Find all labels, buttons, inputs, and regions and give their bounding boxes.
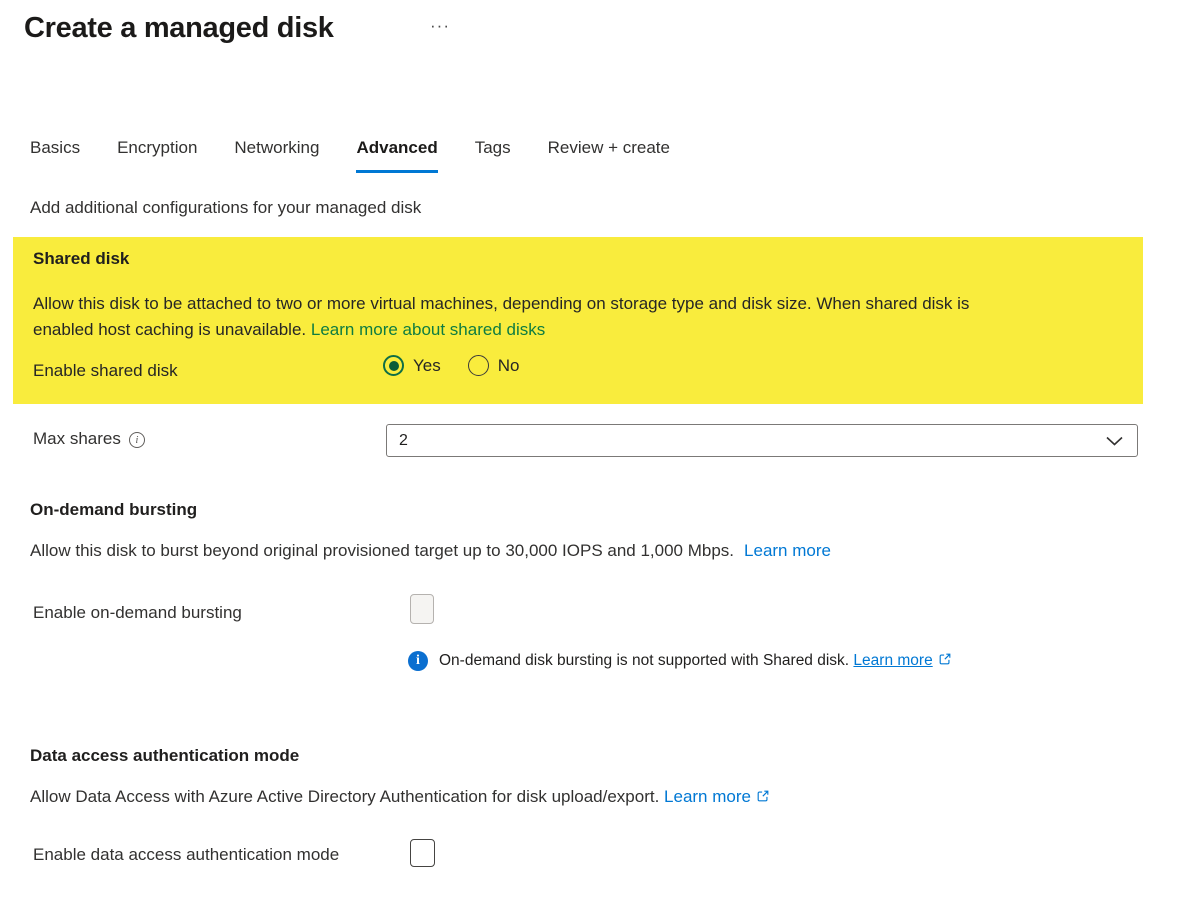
- max-shares-dropdown[interactable]: 2: [386, 424, 1138, 457]
- enable-shared-disk-radio-group: Yes No: [383, 355, 519, 376]
- max-shares-info-icon[interactable]: i: [128, 432, 145, 448]
- tab-tags[interactable]: Tags: [475, 138, 511, 173]
- tab-advanced[interactable]: Advanced: [356, 138, 438, 173]
- shared-disk-highlight-section: Shared disk Allow this disk to be attach…: [13, 237, 1143, 404]
- data-access-description-text: Allow Data Access with Azure Active Dire…: [30, 787, 665, 806]
- enable-bursting-label: Enable on-demand bursting: [33, 603, 242, 622]
- tab-networking[interactable]: Networking: [234, 138, 319, 173]
- enable-shared-disk-label: Enable shared disk: [33, 361, 178, 380]
- shared-disk-yes-label[interactable]: Yes: [413, 356, 441, 376]
- tab-encryption[interactable]: Encryption: [117, 138, 197, 173]
- enable-data-access-label: Enable data access authentication mode: [33, 845, 340, 864]
- max-shares-label-text: Max shares: [33, 429, 121, 448]
- shared-disk-yes-radio[interactable]: [383, 355, 404, 376]
- chevron-down-icon: [1106, 436, 1123, 446]
- on-demand-bursting-description-text: Allow this disk to burst beyond original…: [30, 541, 735, 560]
- bursting-info-learn-more-link[interactable]: Learn more: [853, 652, 932, 669]
- tab-description: Add additional configurations for your m…: [30, 198, 422, 217]
- on-demand-bursting-heading: On-demand bursting: [30, 500, 198, 519]
- external-link-icon: [938, 652, 952, 671]
- enable-bursting-checkbox: [410, 594, 434, 624]
- shared-disk-no-radio[interactable]: [467, 355, 489, 376]
- tab-basics[interactable]: Basics: [30, 138, 80, 173]
- bursting-learn-more-link[interactable]: Learn more: [744, 541, 831, 560]
- on-demand-bursting-description: Allow this disk to burst beyond original…: [30, 541, 831, 561]
- external-link-icon: [756, 788, 770, 808]
- shared-disk-description-line2: enabled host caching is unavailable.: [33, 320, 311, 339]
- tab-bar: Basics Encryption Networking Advanced Ta…: [30, 138, 670, 173]
- tab-review-create[interactable]: Review + create: [548, 138, 670, 173]
- shared-disk-heading: Shared disk: [33, 249, 130, 268]
- bursting-info-text: On-demand disk bursting is not supported…: [439, 652, 952, 671]
- info-icon: i: [408, 651, 428, 671]
- data-access-learn-more-link[interactable]: Learn more: [664, 787, 751, 806]
- create-managed-disk-page: Create a managed disk ··· Basics Encrypt…: [0, 0, 1192, 906]
- enable-data-access-checkbox[interactable]: [410, 839, 435, 867]
- bursting-info-message: i On-demand disk bursting is not support…: [408, 651, 952, 671]
- more-options-icon[interactable]: ···: [430, 16, 450, 36]
- page-title: Create a managed disk: [24, 12, 334, 44]
- max-shares-value: 2: [399, 431, 408, 449]
- data-access-description: Allow Data Access with Azure Active Dire…: [30, 787, 770, 808]
- shared-disk-learn-more-link[interactable]: Learn more about shared disks: [311, 320, 545, 339]
- bursting-info-text-body: On-demand disk bursting is not supported…: [439, 651, 854, 669]
- data-access-heading: Data access authentication mode: [30, 746, 300, 765]
- shared-disk-no-label[interactable]: No: [498, 356, 520, 376]
- max-shares-label: Max shares i: [33, 429, 145, 449]
- shared-disk-description-line1: Allow this disk to be attached to two or…: [33, 294, 970, 313]
- radio-selected-dot-icon: [388, 360, 399, 371]
- shared-disk-description: Allow this disk to be attached to two or…: [33, 291, 1128, 343]
